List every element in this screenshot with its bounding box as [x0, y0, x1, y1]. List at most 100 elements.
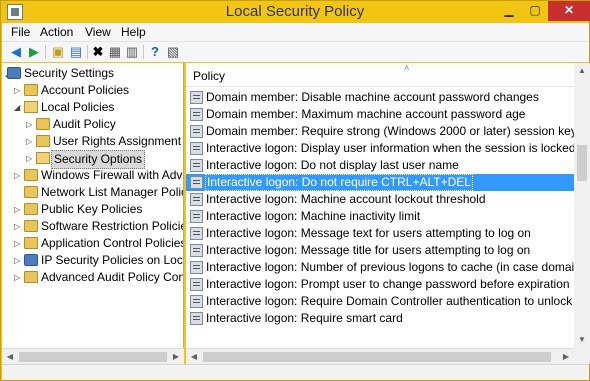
- expand-arrow-icon[interactable]: ▷: [14, 167, 23, 184]
- policy-row[interactable]: Interactive logon: Number of previous lo…: [186, 259, 574, 276]
- tree-node-label: IP Security Policies on Local C: [41, 253, 183, 267]
- policy-icon: [190, 295, 203, 308]
- tree-node-label: Software Restriction Policies: [41, 219, 184, 233]
- help-topics-icon[interactable]: ▧: [165, 44, 181, 60]
- export-list-icon[interactable]: ▥: [124, 44, 140, 60]
- policy-category: Interactive logon:: [207, 175, 302, 189]
- policy-setting: Disable machine account password changes: [301, 90, 539, 104]
- expand-arrow-icon[interactable]: ▷: [14, 201, 23, 218]
- policy-name: Domain member: Maximum machine account p…: [206, 106, 525, 123]
- folder-icon: [24, 203, 38, 215]
- expand-arrow-icon[interactable]: ▷: [14, 82, 23, 99]
- title-bar[interactable]: Local Security Policy ▁ ▢ ✕: [1, 1, 590, 23]
- scroll-down-icon[interactable]: ▼: [574, 332, 590, 348]
- scrollbar-corner: [574, 348, 590, 364]
- expand-arrow-icon[interactable]: ▷: [14, 218, 23, 235]
- policy-category: Interactive logon:: [206, 226, 301, 240]
- expand-arrow-icon[interactable]: ▷: [26, 133, 35, 150]
- policy-icon: [190, 91, 203, 104]
- scroll-right-icon[interactable]: ▶: [168, 349, 184, 365]
- policy-category: Domain member:: [206, 124, 302, 138]
- policy-name: Interactive logon: Machine inactivity li…: [206, 208, 420, 225]
- policy-row[interactable]: Interactive logon: Require smart card: [186, 310, 574, 327]
- folder-icon: [24, 220, 38, 232]
- menu-file[interactable]: File: [11, 25, 30, 39]
- policy-setting: Machine account lockout threshold: [300, 192, 486, 206]
- policy-row[interactable]: Domain member: Disable machine account p…: [186, 89, 574, 106]
- folder-icon: [24, 237, 38, 249]
- policy-name: Interactive logon: Do not require CTRL+A…: [205, 174, 473, 191]
- expand-arrow-icon[interactable]: ▷: [14, 252, 23, 269]
- policy-setting: Message title for users attempting to lo…: [300, 243, 531, 257]
- policy-category: Interactive logon:: [206, 260, 301, 274]
- policy-row[interactable]: Interactive logon: Machine account locko…: [186, 191, 574, 208]
- scroll-left-icon[interactable]: ◀: [2, 349, 18, 365]
- collapse-arrow-icon[interactable]: ◢: [14, 99, 23, 116]
- close-button[interactable]: ✕: [548, 1, 590, 21]
- policy-name: Domain member: Require strong (Windows 2…: [206, 123, 574, 140]
- column-header-label: Policy: [193, 69, 226, 83]
- menu-view[interactable]: View: [85, 25, 111, 39]
- policy-icon: [190, 125, 203, 138]
- delete-icon[interactable]: ✖: [90, 44, 106, 60]
- tree-node-label: Local Policies: [41, 100, 115, 114]
- policy-category: Interactive logon:: [206, 141, 301, 155]
- policy-column-header[interactable]: ˄ Policy: [186, 63, 574, 87]
- policy-icon: [190, 210, 203, 223]
- menu-bar: File Action View Help: [2, 23, 589, 41]
- policy-setting: Number of previous logons to cache (in c…: [300, 260, 574, 274]
- policy-row[interactable]: Domain member: Require strong (Windows 2…: [186, 123, 574, 140]
- policy-icon: [190, 278, 203, 291]
- policy-row[interactable]: Interactive logon: Machine inactivity li…: [186, 208, 574, 225]
- policy-name: Interactive logon: Machine account locko…: [206, 191, 486, 208]
- policy-icon: [190, 227, 203, 240]
- policy-row[interactable]: Interactive logon: Do not require CTRL+A…: [186, 174, 574, 191]
- tree-horizontal-scrollbar[interactable]: ◀ ▶: [2, 348, 184, 364]
- expand-arrow-icon[interactable]: ▷: [14, 269, 23, 286]
- policy-category: Interactive logon:: [206, 243, 301, 257]
- minimize-button[interactable]: ▁: [496, 1, 522, 21]
- policy-row[interactable]: Interactive logon: Require Domain Contro…: [186, 293, 574, 310]
- properties-icon[interactable]: ▦: [107, 44, 123, 60]
- scrollbar-thumb[interactable]: [577, 145, 587, 181]
- policy-row[interactable]: Interactive logon: Prompt user to change…: [186, 276, 574, 293]
- expand-arrow-icon[interactable]: ▷: [26, 150, 35, 167]
- policy-name: Interactive logon: Number of previous lo…: [206, 259, 574, 276]
- folder-icon: [24, 186, 38, 198]
- policy-row[interactable]: Domain member: Maximum machine account p…: [186, 106, 574, 123]
- toolbar: ◀ ▶ ▣ ▤ ✖ ▦ ▥ ? ▧: [2, 41, 589, 62]
- toolbar-separator: [87, 45, 88, 59]
- list-horizontal-scrollbar[interactable]: ◀ ▶: [186, 348, 574, 364]
- scrollbar-thumb[interactable]: [203, 352, 551, 362]
- folder-icon: [24, 271, 38, 283]
- scrollbar-thumb[interactable]: [19, 352, 167, 362]
- policy-setting: Do not display last user name: [300, 158, 459, 172]
- policy-icon: [190, 244, 203, 257]
- scroll-right-icon[interactable]: ▶: [558, 349, 574, 365]
- policy-name: Interactive logon: Prompt user to change…: [206, 276, 570, 293]
- scroll-up-icon[interactable]: ▲: [574, 63, 590, 79]
- tree-node-label: Windows Firewall with Advanc: [41, 168, 183, 182]
- show-hide-tree-icon[interactable]: ▤: [68, 44, 84, 60]
- menu-action[interactable]: Action: [40, 25, 73, 39]
- help-icon[interactable]: ?: [147, 44, 163, 60]
- policy-row[interactable]: Interactive logon: Message text for user…: [186, 225, 574, 242]
- policy-row[interactable]: Interactive logon: Display user informat…: [186, 140, 574, 157]
- expand-arrow-icon[interactable]: ▷: [14, 235, 23, 252]
- policy-category: Domain member:: [206, 90, 302, 104]
- up-folder-icon[interactable]: ▣: [50, 44, 66, 60]
- forward-icon[interactable]: ▶: [26, 44, 42, 60]
- menu-help[interactable]: Help: [121, 25, 146, 39]
- policy-category: Interactive logon:: [206, 192, 301, 206]
- policy-icon: [190, 176, 203, 189]
- maximize-button[interactable]: ▢: [522, 1, 548, 21]
- app-window: Local Security Policy ▁ ▢ ✕ File Action …: [0, 0, 590, 381]
- policy-row[interactable]: Interactive logon: Do not display last u…: [186, 157, 574, 174]
- scroll-left-icon[interactable]: ◀: [186, 349, 202, 365]
- expand-arrow-icon[interactable]: ▷: [26, 116, 35, 133]
- list-vertical-scrollbar[interactable]: ▲ ▼: [574, 63, 590, 348]
- policy-row[interactable]: Interactive logon: Message title for use…: [186, 242, 574, 259]
- back-icon[interactable]: ◀: [8, 44, 24, 60]
- policy-setting: Require smart card: [300, 311, 403, 325]
- policy-setting: Require Domain Controller authentication…: [300, 294, 574, 308]
